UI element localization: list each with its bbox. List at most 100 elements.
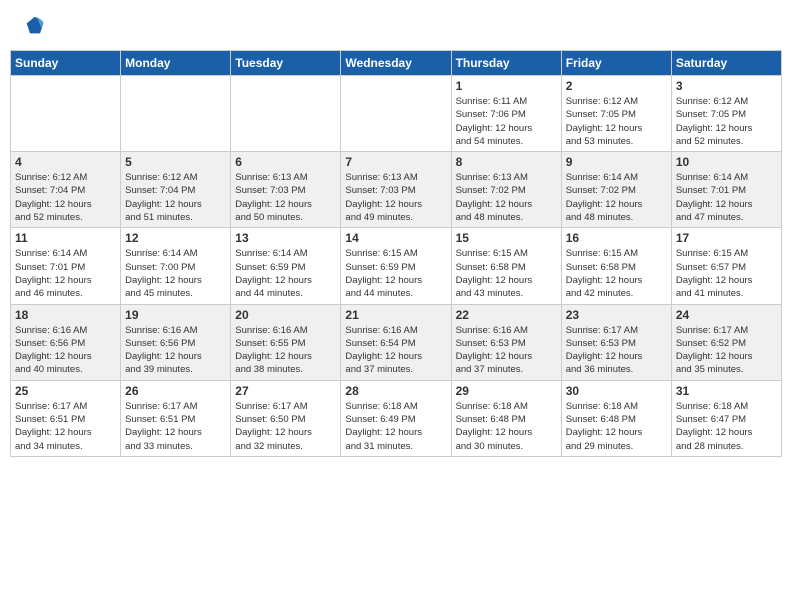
day-number: 23 (566, 308, 667, 322)
day-number: 17 (676, 231, 777, 245)
days-of-week-row: SundayMondayTuesdayWednesdayThursdayFrid… (11, 51, 782, 76)
logo (20, 15, 45, 35)
day-number: 1 (456, 79, 557, 93)
day-number: 15 (456, 231, 557, 245)
day-info: Sunrise: 6:12 AM Sunset: 7:04 PM Dayligh… (125, 171, 226, 224)
day-number: 28 (345, 384, 446, 398)
calendar-cell: 30 Sunrise: 6:18 AM Sunset: 6:48 PM Dayli… (561, 380, 671, 456)
day-number: 8 (456, 155, 557, 169)
day-number: 21 (345, 308, 446, 322)
day-number: 24 (676, 308, 777, 322)
day-info: Sunrise: 6:14 AM Sunset: 6:59 PM Dayligh… (235, 247, 336, 300)
calendar-cell: 4 Sunrise: 6:12 AM Sunset: 7:04 PM Daylig… (11, 152, 121, 228)
day-number: 9 (566, 155, 667, 169)
calendar-cell (231, 76, 341, 152)
day-header-thursday: Thursday (451, 51, 561, 76)
day-number: 5 (125, 155, 226, 169)
day-number: 6 (235, 155, 336, 169)
day-info: Sunrise: 6:17 AM Sunset: 6:50 PM Dayligh… (235, 400, 336, 453)
calendar-cell (341, 76, 451, 152)
day-info: Sunrise: 6:17 AM Sunset: 6:51 PM Dayligh… (125, 400, 226, 453)
day-info: Sunrise: 6:15 AM Sunset: 6:57 PM Dayligh… (676, 247, 777, 300)
calendar-cell: 12 Sunrise: 6:14 AM Sunset: 7:00 PM Dayli… (121, 228, 231, 304)
calendar-cell: 24 Sunrise: 6:17 AM Sunset: 6:52 PM Dayli… (671, 304, 781, 380)
day-info: Sunrise: 6:14 AM Sunset: 7:01 PM Dayligh… (676, 171, 777, 224)
calendar-week-row: 4 Sunrise: 6:12 AM Sunset: 7:04 PM Daylig… (11, 152, 782, 228)
day-info: Sunrise: 6:15 AM Sunset: 6:58 PM Dayligh… (566, 247, 667, 300)
calendar-cell: 25 Sunrise: 6:17 AM Sunset: 6:51 PM Dayli… (11, 380, 121, 456)
day-info: Sunrise: 6:14 AM Sunset: 7:01 PM Dayligh… (15, 247, 116, 300)
calendar-cell: 18Sunrise: 6:16 AM Sunset: 6:56 PM Dayli… (11, 304, 121, 380)
day-info: Sunrise: 6:18 AM Sunset: 6:47 PM Dayligh… (676, 400, 777, 453)
day-number: 11 (15, 231, 116, 245)
calendar-cell: 17 Sunrise: 6:15 AM Sunset: 6:57 PM Dayli… (671, 228, 781, 304)
day-info: Sunrise: 6:13 AM Sunset: 7:03 PM Dayligh… (345, 171, 446, 224)
calendar-cell: 19Sunrise: 6:16 AM Sunset: 6:56 PM Dayli… (121, 304, 231, 380)
calendar-cell: 6 Sunrise: 6:13 AM Sunset: 7:03 PM Daylig… (231, 152, 341, 228)
day-number: 20 (235, 308, 336, 322)
day-number: 7 (345, 155, 446, 169)
calendar-week-row: 11 Sunrise: 6:14 AM Sunset: 7:01 PM Dayli… (11, 228, 782, 304)
day-number: 14 (345, 231, 446, 245)
day-number: 16 (566, 231, 667, 245)
calendar-cell: 29Sunrise: 6:18 AM Sunset: 6:48 PM Dayli… (451, 380, 561, 456)
calendar-cell: 16 Sunrise: 6:15 AM Sunset: 6:58 PM Dayli… (561, 228, 671, 304)
day-number: 3 (676, 79, 777, 93)
day-info: Sunrise: 6:12 AM Sunset: 7:05 PM Dayligh… (566, 95, 667, 148)
day-info: Sunrise: 6:16 AM Sunset: 6:54 PM Dayligh… (345, 324, 446, 377)
day-info: Sunrise: 6:14 AM Sunset: 7:02 PM Dayligh… (566, 171, 667, 224)
day-number: 31 (676, 384, 777, 398)
day-header-wednesday: Wednesday (341, 51, 451, 76)
day-header-tuesday: Tuesday (231, 51, 341, 76)
calendar-cell: 3 Sunrise: 6:12 AM Sunset: 7:05 PM Daylig… (671, 76, 781, 152)
calendar-cell: 13 Sunrise: 6:14 AM Sunset: 6:59 PM Dayli… (231, 228, 341, 304)
calendar-cell: 26 Sunrise: 6:17 AM Sunset: 6:51 PM Dayli… (121, 380, 231, 456)
day-info: Sunrise: 6:17 AM Sunset: 6:51 PM Dayligh… (15, 400, 116, 453)
day-header-sunday: Sunday (11, 51, 121, 76)
day-header-friday: Friday (561, 51, 671, 76)
day-info: Sunrise: 6:12 AM Sunset: 7:05 PM Dayligh… (676, 95, 777, 148)
calendar-cell: 14 Sunrise: 6:15 AM Sunset: 6:59 PM Dayli… (341, 228, 451, 304)
calendar-body: 1 Sunrise: 6:11 AM Sunset: 7:06 PM Daylig… (11, 76, 782, 457)
calendar-cell: 15 Sunrise: 6:15 AM Sunset: 6:58 PM Dayli… (451, 228, 561, 304)
day-number: 30 (566, 384, 667, 398)
calendar-cell: 1 Sunrise: 6:11 AM Sunset: 7:06 PM Daylig… (451, 76, 561, 152)
calendar-cell: 2Sunrise: 6:12 AM Sunset: 7:05 PM Daylig… (561, 76, 671, 152)
calendar-cell: 27Sunrise: 6:17 AM Sunset: 6:50 PM Dayli… (231, 380, 341, 456)
day-number: 25 (15, 384, 116, 398)
day-info: Sunrise: 6:17 AM Sunset: 6:52 PM Dayligh… (676, 324, 777, 377)
page-header (10, 10, 782, 40)
day-number: 10 (676, 155, 777, 169)
day-header-monday: Monday (121, 51, 231, 76)
day-info: Sunrise: 6:18 AM Sunset: 6:49 PM Dayligh… (345, 400, 446, 453)
calendar-cell: 9 Sunrise: 6:14 AM Sunset: 7:02 PM Daylig… (561, 152, 671, 228)
calendar-cell: 22 Sunrise: 6:16 AM Sunset: 6:53 PM Dayli… (451, 304, 561, 380)
day-info: Sunrise: 6:14 AM Sunset: 7:00 PM Dayligh… (125, 247, 226, 300)
day-number: 26 (125, 384, 226, 398)
calendar-cell (11, 76, 121, 152)
day-info: Sunrise: 6:13 AM Sunset: 7:02 PM Dayligh… (456, 171, 557, 224)
calendar-cell: 5 Sunrise: 6:12 AM Sunset: 7:04 PM Daylig… (121, 152, 231, 228)
day-number: 12 (125, 231, 226, 245)
day-number: 22 (456, 308, 557, 322)
calendar-cell: 20Sunrise: 6:16 AM Sunset: 6:55 PM Dayli… (231, 304, 341, 380)
day-info: Sunrise: 6:18 AM Sunset: 6:48 PM Dayligh… (566, 400, 667, 453)
day-number: 13 (235, 231, 336, 245)
calendar-cell: 7 Sunrise: 6:13 AM Sunset: 7:03 PM Daylig… (341, 152, 451, 228)
day-info: Sunrise: 6:16 AM Sunset: 6:56 PM Dayligh… (125, 324, 226, 377)
day-info: Sunrise: 6:15 AM Sunset: 6:58 PM Dayligh… (456, 247, 557, 300)
calendar-cell: 11 Sunrise: 6:14 AM Sunset: 7:01 PM Dayli… (11, 228, 121, 304)
day-info: Sunrise: 6:16 AM Sunset: 6:53 PM Dayligh… (456, 324, 557, 377)
calendar-header: SundayMondayTuesdayWednesdayThursdayFrid… (11, 51, 782, 76)
day-number: 4 (15, 155, 116, 169)
day-info: Sunrise: 6:13 AM Sunset: 7:03 PM Dayligh… (235, 171, 336, 224)
day-info: Sunrise: 6:11 AM Sunset: 7:06 PM Dayligh… (456, 95, 557, 148)
calendar-week-row: 25 Sunrise: 6:17 AM Sunset: 6:51 PM Dayli… (11, 380, 782, 456)
day-header-saturday: Saturday (671, 51, 781, 76)
day-info: Sunrise: 6:12 AM Sunset: 7:04 PM Dayligh… (15, 171, 116, 224)
day-number: 29 (456, 384, 557, 398)
day-info: Sunrise: 6:15 AM Sunset: 6:59 PM Dayligh… (345, 247, 446, 300)
calendar-week-row: 18Sunrise: 6:16 AM Sunset: 6:56 PM Dayli… (11, 304, 782, 380)
day-info: Sunrise: 6:16 AM Sunset: 6:56 PM Dayligh… (15, 324, 116, 377)
calendar-cell: 21 Sunrise: 6:16 AM Sunset: 6:54 PM Dayli… (341, 304, 451, 380)
